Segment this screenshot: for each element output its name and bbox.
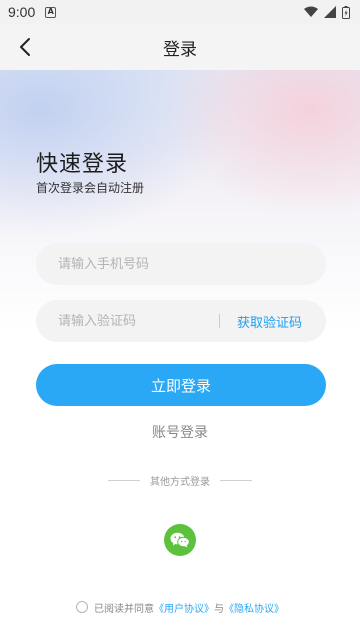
wifi-icon xyxy=(304,6,318,17)
chevron-left-icon xyxy=(20,38,30,56)
quick-login-heading: 快速登录 xyxy=(36,152,129,177)
divider-line-right xyxy=(220,479,252,481)
wechat-login-button[interactable] xyxy=(164,524,196,556)
account-login-link[interactable]: 账号登录 xyxy=(0,422,360,442)
code-field: 获取验证码 xyxy=(36,300,326,342)
battery-icon xyxy=(342,5,350,19)
back-button[interactable] xyxy=(10,32,40,62)
agree-checkbox[interactable] xyxy=(76,601,88,613)
phone-field xyxy=(36,243,326,285)
agreement-connector: 与 xyxy=(214,603,224,615)
notification-icon: A xyxy=(45,6,57,18)
status-bar: 9:00 A xyxy=(0,0,360,24)
divider-line-left xyxy=(108,479,140,481)
agreement-prefix: 已阅读并同意 xyxy=(94,603,154,615)
login-button[interactable]: 立即登录 xyxy=(36,364,326,406)
status-left: 9:00 A xyxy=(8,4,57,20)
hero-background xyxy=(0,70,360,330)
wechat-icon xyxy=(170,532,190,548)
signal-icon xyxy=(324,6,336,18)
verification-code-input[interactable] xyxy=(58,313,218,329)
other-login-label: 其他方式登录 xyxy=(150,476,210,488)
get-code-button[interactable]: 获取验证码 xyxy=(237,300,302,342)
status-right xyxy=(304,5,350,19)
auto-register-hint: 首次登录会自动注册 xyxy=(36,181,145,195)
status-time: 9:00 xyxy=(8,4,36,20)
agreement-row: 已阅读并同意 《用户协议》 与 《隐私协议》 xyxy=(0,598,360,616)
user-agreement-link[interactable]: 《用户协议》 xyxy=(154,600,214,615)
phone-input[interactable] xyxy=(58,256,218,272)
page-title: 登录 xyxy=(163,39,197,60)
privacy-agreement-link[interactable]: 《隐私协议》 xyxy=(224,600,284,615)
other-login-divider: 其他方式登录 xyxy=(0,472,360,488)
nav-bar: 登录 xyxy=(0,24,360,70)
divider xyxy=(219,314,220,328)
